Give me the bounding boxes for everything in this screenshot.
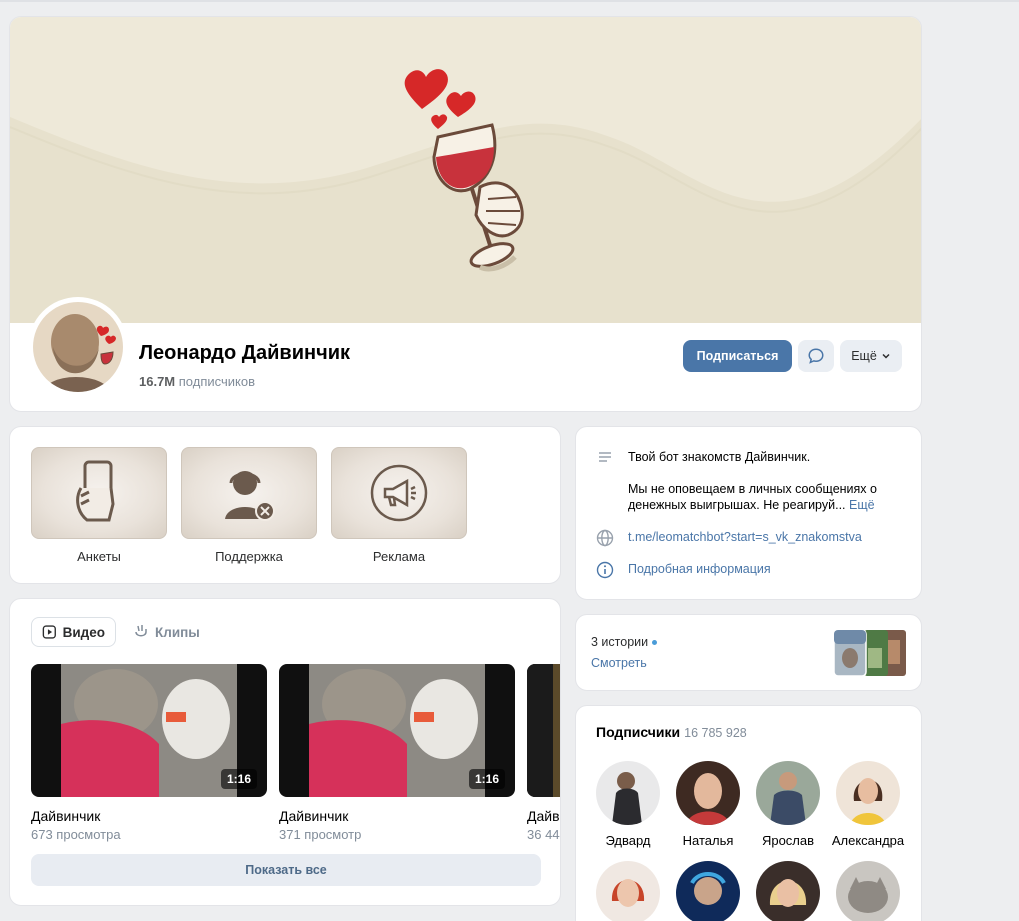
page-title: Леонардо Дайвинчик	[139, 342, 351, 364]
link-label: Реклама	[372, 549, 426, 564]
subscriber-item[interactable]: Александра	[828, 761, 908, 848]
description-line-2: Мы не оповещаем в личных сообщениях о де…	[628, 482, 877, 512]
link-tile	[31, 447, 167, 539]
video-title[interactable]: Дайвинчик	[279, 808, 515, 824]
support-agent-icon	[225, 471, 275, 521]
link-label: Анкеты	[77, 549, 121, 564]
links-card: Анкеты Поддержка Реклама	[9, 426, 561, 584]
subscriber-avatar	[676, 761, 740, 825]
subscribers-summary: 16.7M подписчиков	[139, 374, 255, 389]
video-views: 36 444 просмотра	[527, 827, 560, 842]
subscriber-avatar	[836, 761, 900, 825]
story-previews[interactable]	[833, 629, 908, 677]
subscriber-item[interactable]	[828, 861, 908, 921]
subscriber-avatar	[676, 861, 740, 921]
link-tile	[181, 447, 317, 539]
subscriber-avatar	[596, 761, 660, 825]
subscriber-avatar	[836, 861, 900, 921]
videos-card: Видео Клипы 1:16 Дайвинчик 673 просмотра	[9, 598, 561, 906]
subscribers-title[interactable]: Подписчики 16 785 928	[596, 724, 747, 740]
stories-watch-link[interactable]: Смотреть	[591, 656, 647, 670]
cover-image	[10, 17, 921, 323]
subscriber-name: Ярослав	[761, 833, 815, 848]
video-icon	[42, 625, 56, 639]
megaphone-icon	[370, 464, 428, 522]
video-title[interactable]: Дайвинчик	[527, 808, 560, 824]
video-item[interactable]: 1:16 Дайвинчик 673 просмотра	[31, 664, 267, 842]
video-title[interactable]: Дайвинчик	[31, 808, 267, 824]
video-thumbnail: 1:16	[31, 664, 267, 797]
tab-label: Клипы	[155, 624, 200, 640]
subscriber-avatar	[596, 861, 660, 921]
info-card: Твой бот знакомств Дайвинчик. Мы не опов…	[575, 426, 922, 600]
video-thumbnail	[527, 664, 560, 797]
video-duration: 1:16	[468, 769, 505, 789]
website-link[interactable]: t.me/leomatchbot?start=s_vk_znakomstva	[628, 529, 862, 547]
subscribers-total: 16 785 928	[684, 726, 747, 740]
more-button[interactable]: Ещё	[840, 340, 902, 372]
subscriber-avatar	[756, 761, 820, 825]
video-duration: 1:16	[220, 769, 257, 789]
show-all-button[interactable]: Показать все	[31, 854, 541, 886]
tab-label: Видео	[62, 624, 105, 640]
clips-icon	[135, 625, 147, 637]
subscribe-button[interactable]: Подписаться	[683, 340, 792, 372]
subscriber-item[interactable]	[748, 861, 828, 921]
video-views: 673 просмотра	[31, 827, 121, 842]
subscriber-name: Эдвард	[605, 833, 651, 848]
subscribers-label: подписчиков	[178, 374, 255, 389]
avatar[interactable]	[28, 297, 128, 397]
message-button[interactable]	[798, 340, 834, 372]
subscriber-item[interactable]	[588, 861, 668, 921]
video-item[interactable]: 1:16 Дайвинчик 371 просмотр	[279, 664, 515, 842]
link-item-podderzhka[interactable]: Поддержка	[181, 447, 317, 564]
subscriber-item[interactable]: Ярослав	[748, 761, 828, 848]
subscriber-name: Наталья	[682, 833, 734, 848]
video-item[interactable]: Дайвинчик 36 444 просмотра	[527, 664, 560, 842]
info-icon	[596, 561, 614, 579]
details-row: Подробная информация	[596, 561, 771, 579]
subscribers-title-label: Подписчики	[596, 724, 681, 740]
phone-hand-icon	[76, 460, 115, 522]
avatar-image	[33, 302, 123, 392]
subscriber-name: Александра	[831, 833, 905, 848]
description-more-link[interactable]: Ещё	[849, 498, 875, 512]
more-label: Ещё	[851, 349, 877, 363]
top-divider	[0, 0, 1019, 2]
stories-count-label: 3 истории	[591, 635, 649, 649]
link-label: Поддержка	[215, 549, 283, 564]
stories-card[interactable]: 3 истории Смотреть	[575, 614, 922, 691]
message-icon	[808, 348, 824, 364]
subscriber-item[interactable]: Эдвард	[588, 761, 668, 848]
link-item-reklama[interactable]: Реклама	[331, 447, 467, 564]
subscribers-card: Подписчики 16 785 928 Эдвард Наталья Ярос…	[575, 705, 922, 921]
description-row: Твой бот знакомств Дайвинчик. Мы не опов…	[596, 449, 898, 513]
link-tile	[331, 447, 467, 539]
globe-icon	[596, 529, 614, 547]
profile-card: Леонардо Дайвинчик 16.7M подписчиков Под…	[9, 16, 922, 412]
chevron-down-icon	[882, 353, 890, 359]
video-thumbnail: 1:16	[279, 664, 515, 797]
description-line-1: Твой бот знакомств Дайвинчик.	[628, 450, 811, 464]
subscriber-item[interactable]	[668, 861, 748, 921]
website-row: t.me/leomatchbot?start=s_vk_znakomstva	[596, 529, 862, 547]
new-dot-icon	[652, 640, 658, 646]
subscriber-avatar	[756, 861, 820, 921]
tab-video[interactable]: Видео	[31, 617, 116, 647]
subscriber-item[interactable]: Наталья	[668, 761, 748, 848]
video-views: 371 просмотр	[279, 827, 362, 842]
tab-clips[interactable]: Клипы	[123, 617, 210, 647]
details-link[interactable]: Подробная информация	[628, 561, 771, 579]
link-item-ankety[interactable]: Анкеты	[31, 447, 167, 564]
text-lines-icon	[599, 452, 611, 462]
stories-count: 3 истории	[591, 635, 658, 649]
subscribers-count: 16.7M	[139, 374, 176, 389]
